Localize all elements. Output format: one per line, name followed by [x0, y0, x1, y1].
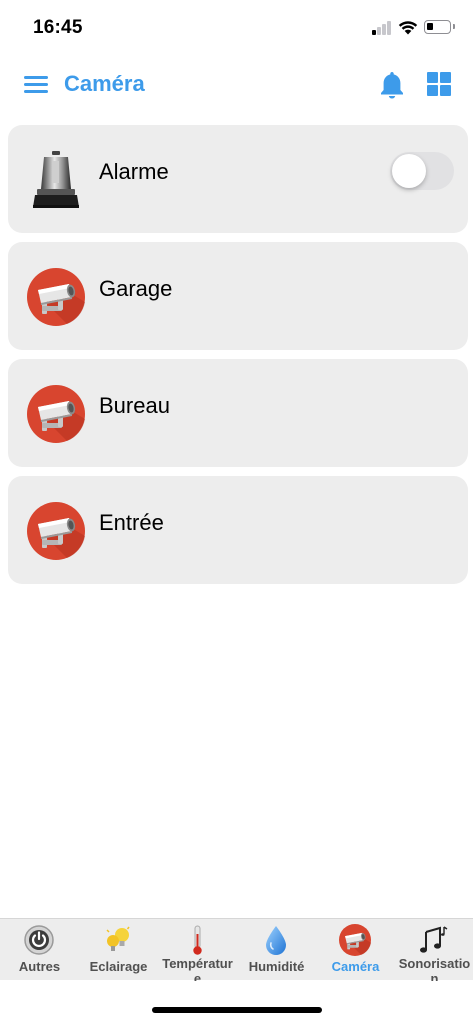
bell-icon[interactable]: [379, 70, 405, 100]
menu-icon[interactable]: [24, 75, 48, 95]
security-camera-icon: [339, 924, 371, 956]
security-camera-icon: [27, 502, 85, 560]
tab-label: Température: [162, 956, 233, 981]
device-card-garage[interactable]: Garage: [8, 242, 468, 350]
toggle-knob: [392, 154, 426, 188]
signal-icon: [372, 21, 392, 35]
wifi-icon: [398, 21, 418, 35]
navigation-bar: Caméra: [0, 56, 473, 114]
tab-humidite[interactable]: Humidité: [237, 919, 316, 981]
status-time: 16:45: [33, 17, 83, 38]
tab-autres[interactable]: Autres: [0, 919, 79, 981]
home-indicator[interactable]: [152, 1007, 322, 1013]
device-label: Alarme: [99, 159, 169, 184]
thermometer-icon: [193, 925, 202, 955]
music-notes-icon: [420, 926, 448, 953]
security-camera-icon: [27, 385, 85, 443]
battery-icon: [424, 20, 455, 34]
tab-label: Caméra: [331, 959, 380, 974]
tab-eclairage[interactable]: Eclairage: [79, 919, 158, 981]
alarm-toggle[interactable]: [390, 152, 454, 190]
tab-bar: Autres Eclairage Température Humidité Ca…: [0, 918, 473, 981]
status-bar: 16:45: [0, 0, 473, 56]
light-bulbs-icon: [106, 926, 130, 951]
water-drop-icon: [266, 926, 286, 955]
tab-label: Humidité: [248, 959, 305, 974]
device-label: Bureau: [99, 393, 170, 418]
device-label: Garage: [99, 276, 173, 301]
page-title: Caméra: [64, 71, 145, 96]
device-card-bureau[interactable]: Bureau: [8, 359, 468, 467]
tab-temperature[interactable]: Température: [158, 919, 237, 981]
device-card-entree[interactable]: Entrée: [8, 476, 468, 584]
grid-icon[interactable]: [427, 72, 451, 96]
tab-camera[interactable]: Caméra: [316, 919, 395, 981]
tab-label: Eclairage: [89, 959, 148, 974]
device-list: Alarme Garage Bureau Entrée: [8, 125, 468, 593]
security-camera-icon: [27, 268, 85, 326]
tab-sonorisation[interactable]: Sonorisation: [395, 919, 473, 981]
alarm-siren-icon: [33, 151, 79, 208]
device-card-alarme[interactable]: Alarme: [8, 125, 468, 233]
tab-label: Sonorisation: [398, 956, 471, 981]
device-label: Entrée: [99, 510, 164, 535]
power-button-icon: [24, 925, 54, 955]
tab-label: Autres: [18, 959, 61, 974]
